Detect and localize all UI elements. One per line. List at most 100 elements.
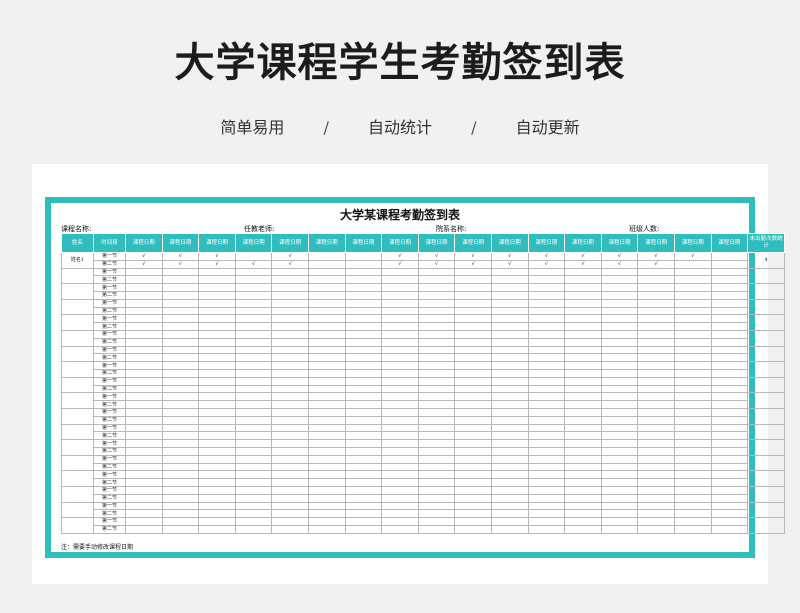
attendance-cell[interactable] [710, 361, 749, 370]
attendance-cell[interactable] [381, 290, 419, 300]
attendance-cell[interactable]: √ [490, 252, 529, 261]
attendance-cell[interactable] [637, 470, 675, 480]
attendance-cell[interactable]: √ [564, 259, 602, 269]
attendance-cell[interactable] [673, 353, 712, 363]
attendance-cell[interactable] [125, 392, 163, 402]
attendance-cell[interactable] [271, 298, 309, 308]
attendance-cell[interactable] [454, 400, 492, 409]
attendance-cell[interactable] [673, 376, 712, 386]
attendance-cell[interactable] [381, 283, 419, 292]
attendance-cell[interactable] [307, 415, 346, 425]
attendance-cell[interactable] [527, 423, 566, 433]
attendance-cell[interactable] [198, 431, 236, 441]
attendance-cell[interactable] [271, 423, 309, 433]
attendance-cell[interactable] [381, 400, 419, 409]
attendance-cell[interactable] [344, 462, 383, 472]
attendance-cell[interactable] [527, 329, 566, 339]
attendance-cell[interactable] [527, 400, 566, 409]
attendance-cell[interactable] [600, 392, 639, 402]
attendance-cell[interactable] [454, 298, 492, 308]
attendance-cell[interactable] [490, 431, 529, 441]
attendance-cell[interactable] [600, 524, 639, 534]
attendance-cell[interactable] [417, 478, 456, 487]
attendance-cell[interactable] [161, 392, 200, 402]
attendance-cell[interactable] [417, 407, 456, 417]
attendance-cell[interactable] [271, 493, 309, 503]
attendance-cell[interactable] [307, 384, 346, 394]
attendance-cell[interactable] [710, 446, 749, 456]
attendance-cell[interactable] [454, 322, 492, 331]
attendance-cell[interactable] [234, 400, 273, 409]
attendance-cell[interactable] [710, 423, 749, 433]
attendance-cell[interactable] [417, 275, 456, 285]
attendance-cell[interactable] [344, 431, 383, 441]
attendance-cell[interactable] [307, 501, 346, 511]
attendance-cell[interactable] [454, 462, 492, 472]
student-name-cell[interactable] [61, 501, 94, 519]
attendance-cell[interactable] [198, 517, 236, 526]
attendance-cell[interactable] [234, 345, 273, 355]
attendance-cell[interactable] [673, 322, 712, 331]
attendance-cell[interactable] [527, 462, 566, 472]
attendance-cell[interactable] [637, 524, 675, 534]
attendance-cell[interactable] [417, 392, 456, 402]
attendance-cell[interactable] [417, 329, 456, 339]
attendance-cell[interactable] [600, 446, 639, 456]
attendance-cell[interactable] [527, 524, 566, 534]
attendance-cell[interactable] [527, 306, 566, 316]
attendance-cell[interactable] [490, 509, 529, 519]
attendance-cell[interactable] [234, 361, 273, 370]
attendance-cell[interactable] [490, 322, 529, 331]
attendance-cell[interactable] [307, 376, 346, 386]
attendance-cell[interactable] [161, 368, 200, 378]
attendance-cell[interactable] [637, 423, 675, 433]
attendance-cell[interactable] [161, 415, 200, 425]
attendance-cell[interactable] [564, 415, 602, 425]
attendance-cell[interactable] [271, 431, 309, 441]
attendance-cell[interactable] [564, 462, 602, 472]
attendance-cell[interactable] [344, 454, 383, 464]
attendance-cell[interactable] [234, 446, 273, 456]
attendance-cell[interactable] [198, 493, 236, 503]
attendance-cell[interactable]: √ [490, 259, 529, 269]
attendance-cell[interactable] [417, 446, 456, 456]
attendance-cell[interactable] [417, 314, 456, 324]
attendance-cell[interactable] [600, 470, 639, 480]
attendance-cell[interactable] [564, 275, 602, 285]
attendance-cell[interactable] [198, 400, 236, 409]
attendance-cell[interactable] [417, 517, 456, 526]
attendance-cell[interactable] [600, 368, 639, 378]
attendance-cell[interactable] [710, 283, 749, 292]
attendance-cell[interactable] [710, 259, 749, 269]
attendance-cell[interactable] [381, 353, 419, 363]
attendance-cell[interactable] [564, 345, 602, 355]
attendance-cell[interactable] [234, 353, 273, 363]
attendance-cell[interactable] [490, 290, 529, 300]
student-name-cell[interactable] [61, 470, 94, 487]
attendance-cell[interactable] [454, 423, 492, 433]
attendance-cell[interactable] [527, 415, 566, 425]
attendance-cell[interactable] [381, 384, 419, 394]
attendance-cell[interactable] [673, 345, 712, 355]
attendance-cell[interactable] [307, 361, 346, 370]
attendance-cell[interactable] [125, 439, 163, 448]
attendance-cell[interactable] [673, 446, 712, 456]
attendance-cell[interactable] [125, 314, 163, 324]
attendance-cell[interactable] [637, 368, 675, 378]
attendance-cell[interactable] [161, 337, 200, 347]
attendance-cell[interactable] [271, 376, 309, 386]
attendance-cell[interactable] [161, 509, 200, 519]
attendance-cell[interactable] [125, 407, 163, 417]
attendance-cell[interactable] [344, 329, 383, 339]
attendance-cell[interactable] [637, 501, 675, 511]
attendance-cell[interactable] [673, 290, 712, 300]
attendance-cell[interactable] [417, 501, 456, 511]
attendance-cell[interactable] [307, 407, 346, 417]
attendance-cell[interactable] [271, 283, 309, 292]
attendance-cell[interactable] [198, 314, 236, 324]
attendance-cell[interactable] [271, 314, 309, 324]
attendance-cell[interactable] [271, 267, 309, 277]
attendance-cell[interactable] [454, 267, 492, 277]
attendance-cell[interactable] [490, 345, 529, 355]
attendance-cell[interactable] [161, 306, 200, 316]
